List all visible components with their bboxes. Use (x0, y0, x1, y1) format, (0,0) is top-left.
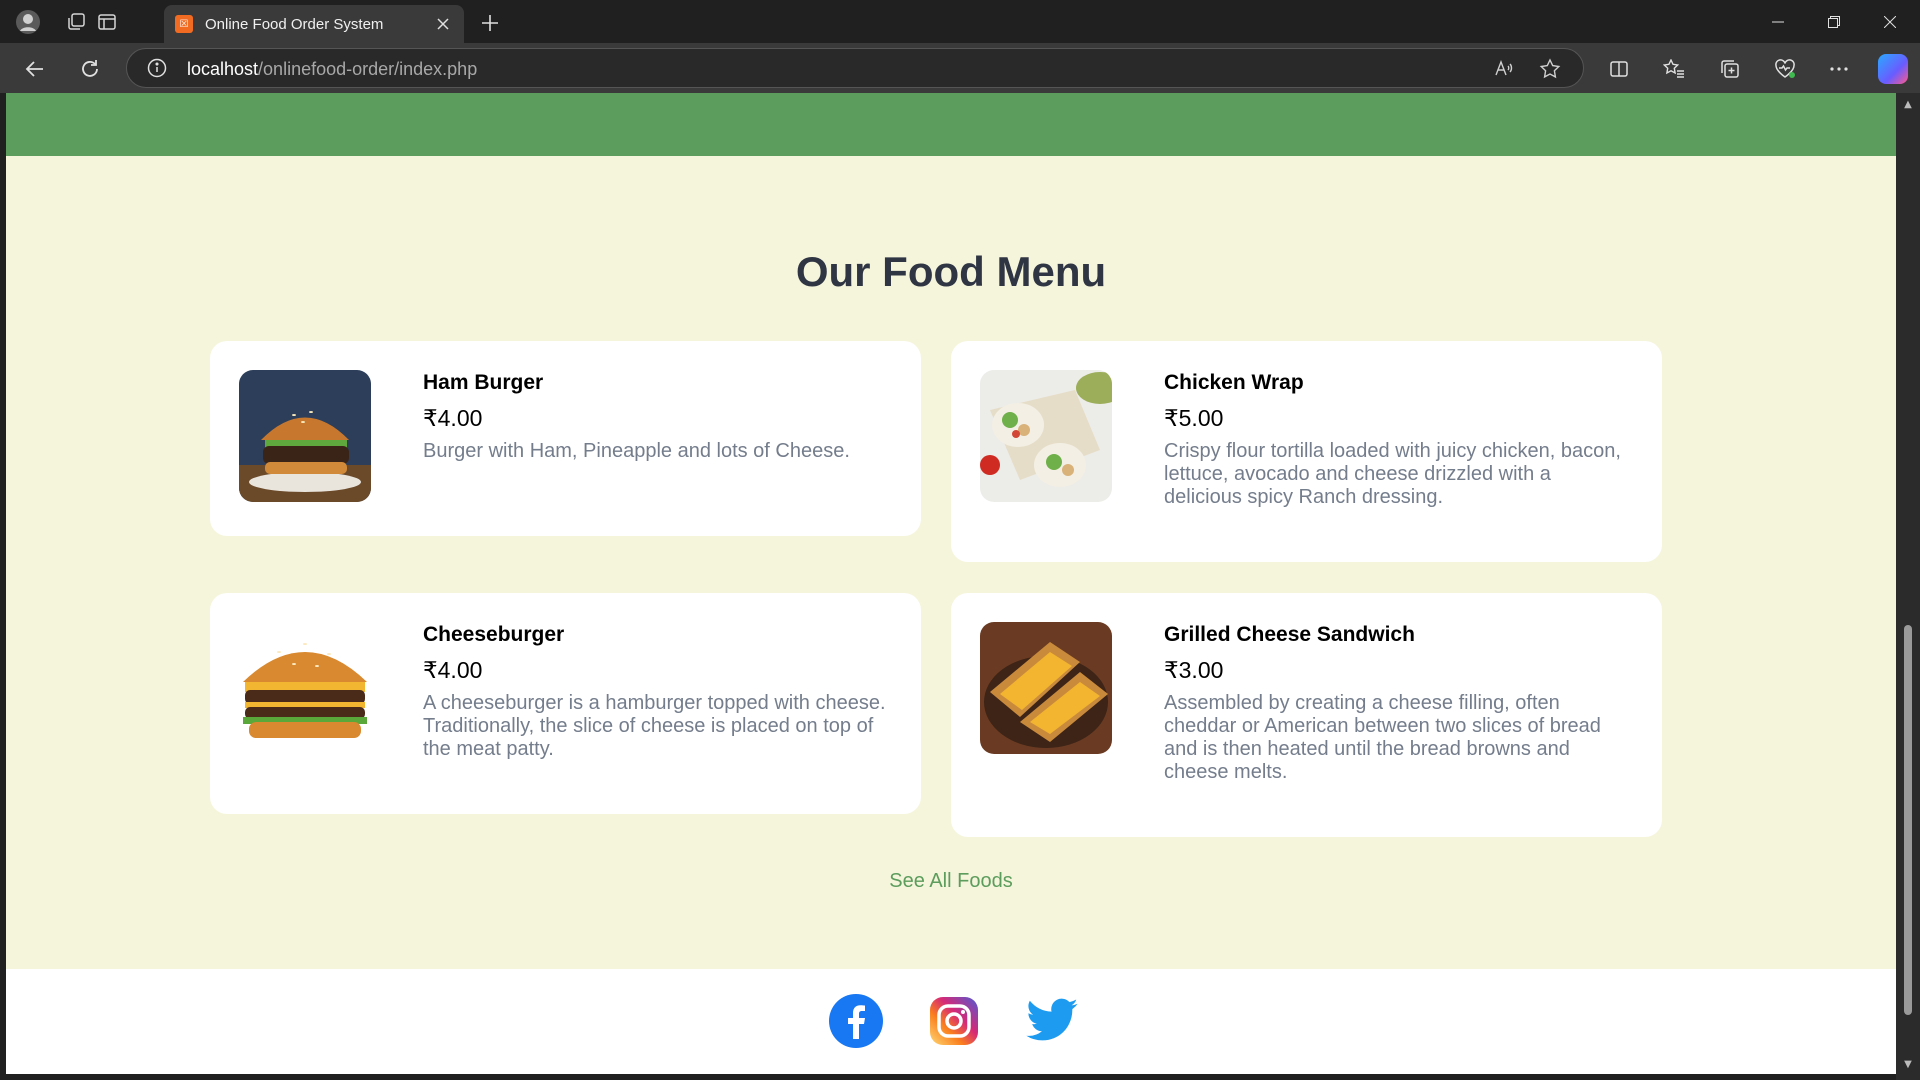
chicken-wrap-image (980, 370, 1112, 502)
food-card[interactable]: Chicken Wrap ₹5.00 Crispy flour tortilla… (951, 341, 1662, 562)
profile-avatar-icon[interactable] (14, 8, 42, 36)
grilled-cheese-image (980, 622, 1112, 754)
food-name: Chicken Wrap (1164, 371, 1304, 394)
food-card[interactable]: Cheeseburger ₹4.00 A cheeseburger is a h… (210, 593, 921, 814)
section-title: Our Food Menu (795, 248, 1107, 295)
browser-titlebar: ☒ Online Food Order System (0, 0, 1920, 43)
window-bottom-edge (0, 1074, 1896, 1080)
food-name: Cheeseburger (423, 623, 565, 646)
close-window-icon[interactable] (1862, 0, 1918, 43)
food-description: Crispy flour tortilla loaded with juicy … (1164, 440, 1621, 508)
see-all-foods-link[interactable]: See All Foods (6, 870, 1896, 893)
minimize-icon[interactable] (1750, 0, 1806, 43)
refresh-icon[interactable] (75, 54, 105, 84)
page-viewport: Our Food Menu Ham Burger ₹4.00 Burger wi… (6, 93, 1896, 1074)
scroll-thumb[interactable] (1904, 625, 1912, 1015)
active-tab[interactable]: ☒ Online Food Order System (164, 5, 464, 43)
food-name: Grilled Cheese Sandwich (1164, 623, 1415, 646)
collections-icon[interactable] (1715, 54, 1745, 84)
scroll-up-arrow-icon[interactable]: ▲ (1902, 99, 1914, 111)
favorites-icon[interactable] (1659, 54, 1689, 84)
workspaces-icon[interactable] (62, 8, 90, 36)
new-tab-icon[interactable] (476, 9, 504, 37)
split-screen-icon[interactable] (1604, 54, 1634, 84)
browser-toolbar: localhost/onlinefood-order/index.php (0, 43, 1920, 93)
cheeseburger-image (239, 622, 371, 754)
food-description: Assembled by creating a cheese filling, … (1164, 692, 1601, 783)
tab-close-icon[interactable] (432, 13, 454, 35)
facebook-icon[interactable] (828, 993, 884, 1049)
url-host: localhost (187, 59, 259, 79)
url-path: /onlinefood-order/index.php (258, 59, 478, 79)
food-name: Ham Burger (423, 371, 544, 394)
ham-burger-image (239, 370, 371, 502)
social-footer (6, 969, 1896, 1074)
page-scrollbar[interactable]: ▲ ▼ (1896, 93, 1920, 1080)
food-price: ₹4.00 (423, 657, 483, 683)
tab-actions-icon[interactable] (93, 8, 121, 36)
food-price: ₹4.00 (423, 405, 483, 431)
restore-icon[interactable] (1806, 0, 1862, 43)
scroll-down-arrow-icon[interactable]: ▼ (1902, 1059, 1914, 1071)
xampp-favicon-icon: ☒ (175, 15, 193, 33)
food-card[interactable]: Ham Burger ₹4.00 Burger with Ham, Pineap… (210, 341, 921, 536)
food-card[interactable]: Grilled Cheese Sandwich ₹3.00 Assembled … (951, 593, 1662, 837)
copilot-icon[interactable] (1878, 54, 1908, 84)
food-price: ₹5.00 (1164, 405, 1224, 431)
back-icon[interactable] (20, 54, 50, 84)
favorite-star-icon[interactable] (1539, 58, 1561, 85)
site-info-icon[interactable] (147, 58, 167, 83)
food-description: A cheeseburger is a hamburger topped wit… (423, 692, 886, 760)
header-band (6, 93, 1896, 156)
food-price: ₹3.00 (1164, 657, 1224, 683)
browser-essentials-icon[interactable] (1770, 54, 1800, 84)
food-description: Burger with Ham, Pineapple and lots of C… (423, 440, 850, 462)
tab-title: Online Food Order System (205, 16, 384, 33)
address-bar[interactable]: localhost/onlinefood-order/index.php (126, 48, 1584, 88)
url-text: localhost/onlinefood-order/index.php (187, 59, 477, 80)
more-options-icon[interactable] (1824, 54, 1854, 84)
instagram-icon[interactable] (926, 993, 982, 1049)
twitter-icon[interactable] (1024, 993, 1080, 1049)
read-aloud-icon[interactable] (1493, 58, 1515, 85)
